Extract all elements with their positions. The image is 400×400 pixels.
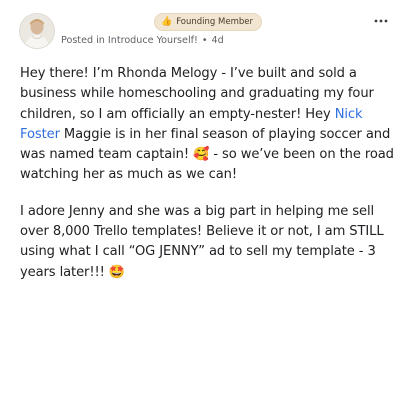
- paragraph-1-text-start: Hey there! I’m Rhonda Melogy - I’ve buil…: [20, 66, 374, 122]
- avatar-photo: [20, 14, 54, 48]
- paragraph-1-text-end: Maggie is in her final season of playing…: [20, 126, 394, 183]
- badge-label: Founding Member: [176, 17, 253, 27]
- post-card: 👍 Founding Member Posted in Introduce Yo…: [0, 0, 400, 400]
- posted-in-category[interactable]: Posted in Introduce Yourself!: [61, 35, 198, 46]
- avatar[interactable]: [19, 13, 55, 49]
- post-meta: Posted in Introduce Yourself! • 4d: [61, 35, 224, 46]
- more-options-button[interactable]: [372, 12, 390, 30]
- founding-member-badge: 👍 Founding Member: [154, 13, 262, 31]
- post-body: Hey there! I’m Rhonda Melogy - I’ve buil…: [20, 64, 398, 283]
- post-paragraph-1: Hey there! I’m Rhonda Melogy - I’ve buil…: [20, 64, 398, 186]
- ellipsis-horizontal-icon: [374, 19, 388, 23]
- meta-separator: •: [201, 35, 208, 46]
- post-paragraph-2: I adore Jenny and she was a big part in …: [20, 203, 384, 280]
- post-time: 4d: [211, 35, 224, 46]
- thumbs-up-icon: 👍: [161, 16, 173, 27]
